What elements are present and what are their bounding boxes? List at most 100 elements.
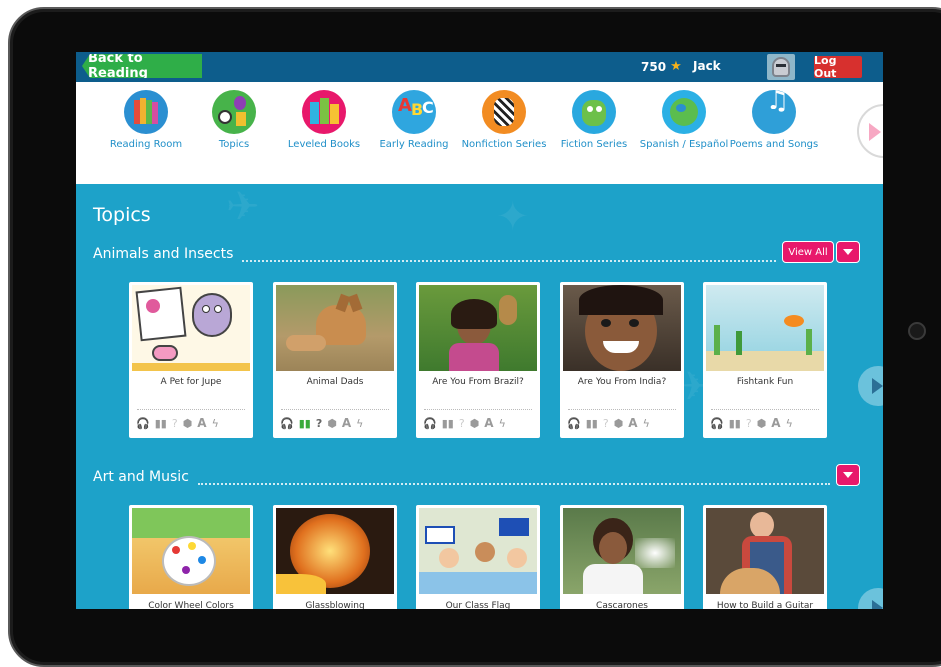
nav-label-poems-songs: Poems and Songs [729,139,819,150]
category-nav: Reading Room Topics Leveled Books A B C [76,82,883,184]
headphones-icon: 🎧 [136,416,150,430]
logout-label: Log Out [814,54,837,80]
nav-item-leveled-books[interactable]: Leveled Books [278,90,370,150]
book-title: Our Class Flag [445,601,511,609]
nav-item-spanish[interactable]: Spanish / Español [638,90,730,150]
book-card[interactable]: Fishtank Fun 🎧 ▮▮ ? ⬢ A ϟ [703,282,827,438]
book-cover [276,508,394,594]
section-dropdown-button[interactable] [836,464,860,486]
nav-item-early-reading[interactable]: A B C Early Reading [368,90,460,150]
headphones-icon: 🎧 [280,416,294,430]
nav-label-fiction-series: Fiction Series [560,139,628,150]
nav-item-fiction-series[interactable]: Fiction Series [548,90,640,150]
top-bar: Back to Reading 750 ★ Jack Log Out [76,52,883,82]
headphones-icon: 🎧 [710,416,724,430]
book-title: Color Wheel Colors [148,601,234,609]
nav-item-poems-songs[interactable]: ♫ Poems and Songs [728,90,820,150]
book-cover [419,285,537,371]
quiz-icon: ? [458,416,465,430]
book-card[interactable]: Color Wheel Colors [129,505,253,609]
nav-next-button[interactable] [857,104,883,158]
letter-a-icon: A [628,416,638,430]
book-cover [706,285,824,371]
lightning-icon: ϟ [785,416,793,430]
star-count: 750 ★ [641,59,682,74]
topics-content: ✈ ✦ ✈ Topics Animals and Insects View Al… [76,184,883,609]
book-card[interactable]: A Pet for Jupe 🎧 ▮▮ ? ⬢ A ϟ [129,282,253,438]
page-title: Topics [93,204,151,226]
book-card[interactable]: Are You From India? 🎧 ▮▮ ? ⬢ A ϟ [560,282,684,438]
knight-helmet-icon [772,57,790,77]
nav-item-topics[interactable]: Topics [188,90,280,150]
book-cover [132,285,250,371]
nav-label-reading-room: Reading Room [109,139,183,150]
letter-a-icon: A [197,416,207,430]
book-title: A Pet for Jupe [160,377,222,387]
book-card[interactable]: Our Class Flag [416,505,540,609]
quiz-icon: ? [315,416,323,430]
view-all-button[interactable]: View All [782,241,834,263]
nav-label-leveled-books: Leveled Books [287,139,361,150]
headphones-icon: 🎧 [423,416,437,430]
book-title: Cascarones [596,601,648,609]
shield-icon: ⬢ [756,416,767,430]
book-card[interactable]: Glassblowing [273,505,397,609]
chevron-right-icon [869,123,881,141]
avatar[interactable] [767,54,795,80]
letter-a-icon: A [484,416,494,430]
row-next-button[interactable] [858,366,883,406]
lightning-icon: ϟ [498,416,506,430]
headphones-icon: 🎧 [567,416,581,430]
nav-label-topics: Topics [218,139,250,150]
shield-icon: ⬢ [327,416,337,430]
book-feature-icons: 🎧 ▮▮ ? ⬢ A ϟ [567,416,650,430]
book-title: Are You From India? [577,377,667,387]
star-icon: ★ [670,59,682,74]
letter-a-icon: A [341,416,352,430]
book-card[interactable]: How to Build a Guitar [703,505,827,609]
book-feature-icons: 🎧 ▮▮ ? ⬢ A ϟ [710,416,793,430]
shield-icon: ⬢ [613,416,624,430]
nav-item-reading-room[interactable]: Reading Room [100,90,192,150]
book-cover [276,285,394,371]
book-card[interactable]: Cascarones [560,505,684,609]
book-icon: ▮▮ [585,416,598,430]
book-card[interactable]: Are You From Brazil? 🎧 ▮▮ ? ⬢ A ϟ [416,282,540,438]
chevron-right-icon [872,600,883,609]
row-next-button[interactable] [858,588,883,609]
chevron-down-icon [843,249,853,255]
back-to-reading-label: Back to Reading [88,52,148,81]
shield-icon: ⬢ [182,416,193,430]
lightning-icon: ϟ [642,416,650,430]
lightning-icon: ϟ [211,416,219,430]
book-icon: ▮▮ [441,416,454,430]
nav-label-early-reading: Early Reading [379,139,449,150]
book-cover [132,508,250,594]
book-icon: ▮▮ [154,416,167,430]
globe-icon [662,90,706,134]
books-icon [124,90,168,134]
book-cover [706,508,824,594]
logout-button[interactable]: Log Out [814,54,862,80]
book-title: Fishtank Fun [736,377,794,387]
book-feature-icons: 🎧 ▮▮ ? ⬢ A ϟ [280,416,363,430]
section-dropdown-button[interactable] [836,241,860,263]
book-cover [563,285,681,371]
nav-item-nonfiction-series[interactable]: Nonfiction Series [458,90,550,150]
username: Jack [693,59,721,73]
book-card[interactable]: Animal Dads 🎧 ▮▮ ? ⬢ A ϟ [273,282,397,438]
book-icon: ▮▮ [728,416,741,430]
back-to-reading-button[interactable]: Back to Reading [82,54,202,78]
letter-a-icon: A [771,416,781,430]
book-title: Are You From Brazil? [432,377,524,387]
book-cover [419,508,537,594]
chevron-right-icon [872,378,883,394]
book-title: Glassblowing [305,601,365,609]
quiz-icon: ? [745,416,752,430]
section-divider [198,483,830,485]
quiz-icon: ? [602,416,609,430]
lightning-icon: ϟ [356,416,364,430]
book-title: How to Build a Guitar [716,601,814,609]
book-title: Animal Dads [306,377,364,387]
book-feature-icons: 🎧 ▮▮ ? ⬢ A ϟ [136,416,219,430]
